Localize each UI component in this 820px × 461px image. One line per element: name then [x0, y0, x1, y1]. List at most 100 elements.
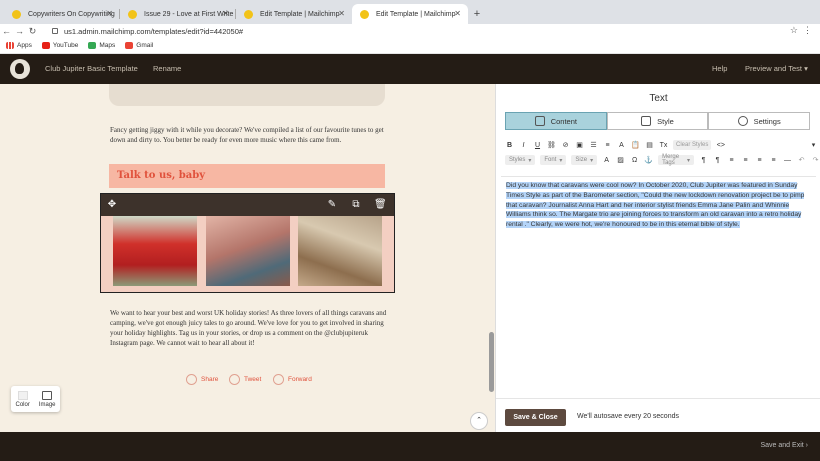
browser-menu-icon[interactable]: ⋮ [803, 25, 812, 36]
bookmark-apps[interactable]: Apps [6, 42, 32, 49]
preview-scrollbar[interactable] [489, 332, 494, 392]
image-group-block[interactable]: ✥ ✎ ⧉ 🗑 [100, 193, 395, 293]
align-left-icon[interactable]: ≡ [727, 156, 736, 165]
align-right-icon[interactable]: ≡ [755, 156, 764, 165]
justify-icon[interactable]: ≡ [769, 156, 778, 165]
tab-label: Style [657, 116, 674, 126]
bookmark-star-icon[interactable]: ☆ [790, 25, 798, 36]
selected-text: Did you know that caravans were cool now… [506, 182, 805, 229]
image-icon [42, 390, 53, 400]
image-label: Image [38, 401, 56, 408]
insert-image-icon[interactable]: ▣ [575, 141, 584, 150]
photo-child-sand[interactable] [298, 216, 382, 286]
delete-trash-icon[interactable]: 🗑 [374, 199, 387, 211]
content-block[interactable] [109, 84, 385, 106]
merge-tags-dropdown[interactable]: Merge Tags ▾ [658, 154, 694, 166]
color-label: Color [15, 401, 30, 408]
url-input[interactable]: us1.admin.mailchimp.com/templates/edit?i… [52, 24, 790, 38]
mailchimp-favicon-icon [128, 10, 137, 19]
close-tab-icon[interactable]: ✕ [222, 9, 229, 18]
text-color-icon[interactable]: A [617, 141, 626, 150]
editor-text[interactable]: Did you know that caravans were cool now… [506, 181, 813, 230]
anchor-icon[interactable]: ⚓ [644, 156, 653, 165]
horizontal-rule-icon[interactable]: — [783, 156, 792, 165]
paste-plain-icon[interactable]: ▤ [645, 141, 654, 150]
tab-title: Issue 29 - Love at First Write [144, 10, 234, 18]
size-dropdown[interactable]: Size ▾ [571, 155, 598, 165]
template-name: Club Jupiter Basic Template [45, 64, 138, 73]
heading-block[interactable]: Talk to us, baby [109, 164, 385, 188]
forward-arrow-icon[interactable]: → [13, 26, 26, 36]
back-arrow-icon[interactable]: ← [0, 26, 13, 36]
bulleted-list-icon[interactable]: ☰ [589, 141, 598, 150]
preview-and-test-button[interactable]: Preview and Test ▾ [745, 64, 808, 73]
chevron-down-icon: ▾ [590, 157, 594, 164]
move-icon[interactable]: ✥ [106, 199, 118, 211]
chevron-down-icon: ▾ [804, 64, 808, 73]
forward-mail-icon [273, 374, 284, 385]
underline-button[interactable]: U [533, 141, 542, 150]
scroll-toggle-button[interactable]: ⌃ [470, 412, 488, 430]
paste-icon[interactable]: 📋 [631, 141, 640, 150]
mailchimp-logo-icon[interactable] [10, 59, 30, 79]
align-center-icon[interactable]: ≡ [741, 156, 750, 165]
photo-child-reading[interactable] [206, 216, 290, 286]
tab-style[interactable]: Style [606, 112, 709, 130]
preview-label: Preview and Test [745, 64, 802, 73]
italic-button[interactable]: I [519, 141, 528, 150]
save-and-exit-button[interactable]: Save and Exit › [761, 442, 809, 449]
font-dropdown[interactable]: Font ▾ [540, 155, 567, 165]
share-button[interactable]: Share [186, 374, 218, 385]
expand-toolbar-icon[interactable]: ▾ [809, 140, 818, 149]
tweet-button[interactable]: Tweet [229, 374, 261, 385]
edit-pencil-icon[interactable]: ✎ [326, 199, 338, 211]
undo-icon[interactable]: ↶ [797, 156, 806, 165]
bookmark-gmail[interactable]: Gmail [125, 42, 153, 49]
rtl-icon[interactable]: ¶ [713, 156, 722, 165]
rich-text-editor[interactable]: Did you know that caravans were cool now… [501, 176, 816, 266]
browser-tab[interactable]: Issue 29 - Love at First Write ✕ [120, 4, 236, 24]
unlink-icon[interactable]: ⊘ [561, 141, 570, 150]
forward-button[interactable]: Forward [273, 374, 312, 385]
bookmark-youtube[interactable]: YouTube [41, 42, 78, 49]
browser-tab[interactable]: Edit Template | Mailchimp ✕ [236, 4, 352, 24]
duplicate-icon[interactable]: ⧉ [350, 199, 362, 211]
help-link[interactable]: Help [712, 64, 727, 73]
mailchimp-favicon-icon [360, 10, 369, 19]
autosave-notice: We'll autosave every 20 seconds [577, 413, 679, 420]
background-color-icon[interactable]: ▨ [616, 156, 625, 165]
styles-dropdown[interactable]: Styles ▾ [505, 155, 536, 165]
numbered-list-icon[interactable]: ≡ [603, 141, 612, 150]
clear-styles-button[interactable]: Clear Styles [673, 140, 712, 150]
new-tab-button[interactable]: + [468, 4, 486, 24]
ltr-icon[interactable]: ¶ [699, 156, 708, 165]
image-option[interactable]: Image [38, 390, 56, 408]
save-and-close-button[interactable]: Save & Close [505, 409, 566, 426]
reload-icon[interactable]: ↻ [26, 26, 39, 37]
close-tab-icon[interactable]: ✕ [106, 9, 113, 18]
special-char-icon[interactable]: Ω [630, 156, 639, 165]
browser-tab-active[interactable]: Edit Template | Mailchimp ✕ [352, 4, 468, 24]
bookmark-maps[interactable]: Maps [88, 42, 115, 49]
rename-link[interactable]: Rename [153, 64, 181, 73]
tab-content[interactable]: Content [505, 112, 607, 130]
browser-tab[interactable]: Copywriters On Copywriting ✕ [4, 4, 120, 24]
font-color-icon[interactable]: A [602, 156, 611, 165]
formatting-toolbar-row-1: B I U ⛓ ⊘ ▣ ☰ ≡ A 📋 ▤ Tx Clear Styles <> [505, 140, 725, 150]
holiday-paragraph[interactable]: We want to hear your best and worst UK h… [110, 308, 388, 348]
text-block-editor-panel: Text Content Style Settings B I U ⛓ ⊘ ▣ … [495, 84, 820, 432]
redo-icon[interactable]: ↷ [811, 156, 820, 165]
close-tab-icon[interactable]: ✕ [454, 9, 461, 18]
tab-settings[interactable]: Settings [708, 112, 811, 130]
url-text: us1.admin.mailchimp.com/templates/edit?i… [64, 26, 244, 36]
gmail-icon [125, 42, 134, 49]
source-code-icon[interactable]: <> [716, 141, 725, 150]
close-tab-icon[interactable]: ✕ [338, 9, 345, 18]
bold-button[interactable]: B [505, 141, 514, 150]
remove-format-icon[interactable]: Tx [659, 141, 668, 150]
color-option[interactable]: Color [15, 390, 30, 408]
link-icon[interactable]: ⛓ [547, 141, 556, 150]
music-paragraph[interactable]: Fancy getting jiggy with it while you de… [110, 125, 388, 145]
dropdown-label: Size [575, 157, 588, 163]
photo-child-red[interactable] [113, 216, 197, 286]
